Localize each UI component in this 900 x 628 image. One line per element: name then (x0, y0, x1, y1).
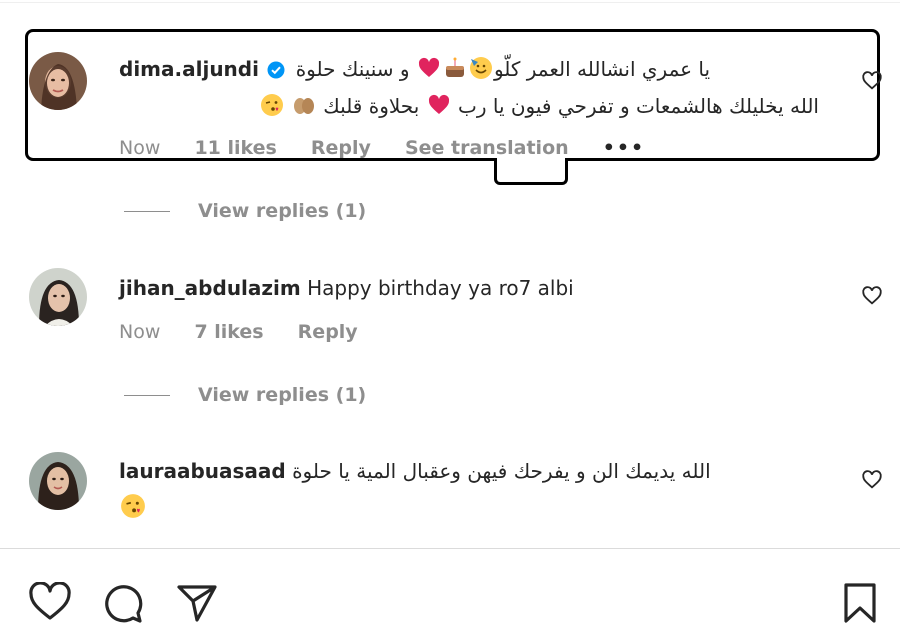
comment-time: Now (119, 321, 161, 343)
comment-line-2 (119, 491, 147, 529)
bookmark-icon[interactable] (843, 582, 877, 628)
comment-text: يا عمري انشالله العمر كلّو و سنينك حلوة (296, 57, 710, 81)
heart-emoji-icon (427, 93, 451, 127)
top-divider (0, 2, 900, 3)
party-face-emoji-icon (469, 56, 493, 90)
comment-text-part: يا عمري انشالله العمر كلّو (493, 57, 711, 81)
replies-dash (124, 211, 170, 212)
username[interactable]: dima.aljundi (119, 57, 259, 81)
comment-line: jihan_abdulazim Happy birthday ya ro7 al… (119, 271, 574, 305)
comment-line: lauraabuasaad الله يديمك الن و يفرحك فيه… (119, 454, 711, 488)
see-translation-button[interactable]: See translation (405, 137, 569, 159)
more-options-button[interactable]: ••• (603, 137, 645, 159)
comment-meta: Now 11 likes Reply See translation ••• (119, 137, 673, 159)
reply-button[interactable]: Reply (298, 321, 358, 343)
comment-text: Happy birthday ya ro7 albi (307, 276, 574, 300)
username[interactable]: lauraabuasaad (119, 459, 286, 483)
comment-text-part: بحلاوة قلبك (323, 94, 420, 118)
replies-dash (124, 395, 170, 396)
comment-text-part: و سنينك حلوة (295, 57, 410, 81)
comment-line-1: dima.aljundi يا عمري انشالله العمر كلّو … (119, 52, 819, 90)
comment-like-heart-icon[interactable] (861, 469, 883, 491)
callout-tail (494, 158, 568, 185)
avatar[interactable] (29, 52, 87, 110)
comment-icon[interactable] (102, 582, 144, 628)
like-heart-icon[interactable] (28, 581, 72, 626)
view-replies-button[interactable]: View replies (1) (124, 384, 366, 406)
avatar[interactable] (29, 268, 87, 326)
reply-button[interactable]: Reply (311, 137, 371, 159)
like-count[interactable]: 7 likes (194, 321, 263, 343)
heart-emoji-icon (417, 56, 441, 90)
hands-emoji-icon (292, 93, 316, 127)
username[interactable]: jihan_abdulazim (119, 276, 301, 300)
comment-line-2: الله يخليلك هالشمعات و تفرحي فيون يا رب … (119, 89, 819, 127)
comment-like-heart-icon[interactable] (861, 285, 883, 307)
view-replies-label: View replies (1) (198, 200, 367, 222)
kiss-face-emoji-icon (260, 93, 284, 127)
comment-time: Now (119, 137, 161, 159)
comment-like-heart-icon[interactable] (861, 70, 883, 92)
comment-text: الله يديمك الن و يفرحك فيهن وعقبال المية… (292, 459, 711, 483)
post-action-bar (0, 548, 900, 628)
like-count[interactable]: 11 likes (194, 137, 276, 159)
avatar[interactable] (29, 452, 87, 510)
comment-meta: Now 7 likes Reply (119, 321, 386, 343)
cake-emoji-icon (443, 56, 467, 90)
view-replies-label: View replies (1) (198, 384, 367, 406)
kiss-face-emoji-icon (120, 493, 146, 529)
verified-badge-icon (267, 55, 285, 89)
view-replies-button[interactable]: View replies (1) (124, 200, 366, 222)
comment-text-part: الله يخليلك هالشمعات و تفرحي فيون يا رب (458, 94, 819, 118)
send-icon[interactable] (175, 582, 219, 628)
